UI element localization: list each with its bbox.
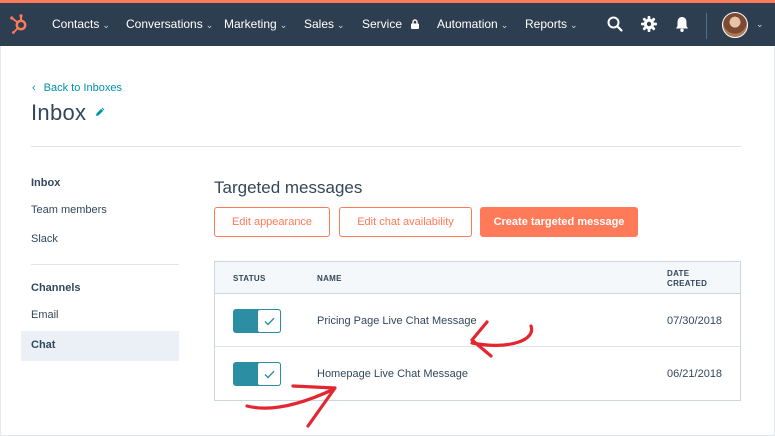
chevron-down-icon: ⌄ bbox=[500, 19, 509, 30]
status-toggle[interactable] bbox=[233, 362, 281, 386]
chevron-down-icon: ⌄ bbox=[570, 19, 578, 30]
avatar[interactable] bbox=[722, 12, 748, 38]
top-navigation: Contacts ⌄ Conversations ⌄ Marketing ⌄ S… bbox=[0, 0, 775, 46]
lock-icon bbox=[411, 19, 420, 29]
chevron-down-icon: ⌄ bbox=[337, 19, 345, 30]
nav-service-label: Service bbox=[362, 17, 403, 31]
sidebar-item-chat-label: Chat bbox=[31, 339, 56, 351]
sidebar-divider bbox=[31, 264, 179, 265]
nav-automation[interactable]: Automation ⌄ bbox=[437, 17, 508, 31]
nav-conversations-label: Conversations bbox=[126, 17, 203, 31]
message-date: 07/30/2018 bbox=[667, 315, 723, 327]
sidebar-item-slack[interactable]: Slack bbox=[31, 233, 58, 245]
back-to-inboxes-link[interactable]: ‹ Back to Inboxes bbox=[32, 82, 122, 94]
targeted-messages-table: STATUS NAME DATE CREATED Pricing Page Li… bbox=[214, 261, 741, 401]
nav-divider bbox=[706, 13, 707, 39]
toggle-knob bbox=[257, 309, 281, 333]
nav-contacts[interactable]: Contacts ⌄ bbox=[52, 17, 110, 31]
column-header-name[interactable]: NAME bbox=[317, 274, 342, 283]
chevron-left-icon: ‹ bbox=[32, 82, 36, 94]
edit-chat-availability-button[interactable]: Edit chat availability bbox=[339, 207, 472, 237]
table-header: STATUS NAME DATE CREATED bbox=[215, 262, 740, 294]
column-header-date-line1[interactable]: DATE bbox=[667, 269, 689, 278]
section-title: Targeted messages bbox=[214, 178, 363, 197]
chevron-down-icon: ⌄ bbox=[279, 19, 288, 30]
message-name[interactable]: Homepage Live Chat Message bbox=[317, 368, 468, 380]
nav-conversations[interactable]: Conversations ⌄ bbox=[126, 17, 213, 31]
sidebar-item-email[interactable]: Email bbox=[31, 309, 59, 321]
title-divider bbox=[31, 146, 741, 147]
toggle-knob bbox=[257, 362, 281, 386]
sidebar-heading-inbox: Inbox bbox=[31, 177, 61, 189]
nav-reports[interactable]: Reports ⌄ bbox=[525, 17, 578, 31]
create-targeted-message-button[interactable]: Create targeted message bbox=[480, 207, 638, 237]
page-title: Inbox bbox=[31, 100, 87, 125]
sidebar-heading-channels: Channels bbox=[31, 282, 81, 294]
nav-marketing-label: Marketing bbox=[224, 17, 277, 31]
status-toggle[interactable] bbox=[233, 309, 281, 333]
chevron-down-icon: ⌄ bbox=[102, 19, 110, 30]
nav-marketing[interactable]: Marketing ⌄ bbox=[224, 17, 287, 31]
chevron-down-icon[interactable]: ⌄ bbox=[756, 19, 764, 30]
back-link-label: Back to Inboxes bbox=[43, 82, 122, 94]
bell-icon[interactable] bbox=[673, 15, 691, 33]
gear-icon[interactable] bbox=[640, 15, 658, 33]
chevron-down-icon: ⌄ bbox=[205, 19, 214, 30]
pencil-icon[interactable] bbox=[94, 106, 106, 118]
check-icon bbox=[264, 317, 275, 326]
nav-sales[interactable]: Sales ⌄ bbox=[304, 17, 345, 31]
sidebar-item-team-members[interactable]: Team members bbox=[31, 204, 107, 216]
check-icon bbox=[264, 370, 275, 379]
column-header-date-line2[interactable]: CREATED bbox=[667, 279, 707, 288]
message-date: 06/21/2018 bbox=[667, 368, 723, 380]
nav-service[interactable]: Service bbox=[362, 17, 420, 31]
search-icon[interactable] bbox=[606, 15, 624, 33]
table-row: Homepage Live Chat Message 06/21/2018 bbox=[215, 347, 740, 400]
table-row: Pricing Page Live Chat Message 07/30/201… bbox=[215, 294, 740, 347]
edit-appearance-button[interactable]: Edit appearance bbox=[214, 207, 330, 237]
message-name[interactable]: Pricing Page Live Chat Message bbox=[317, 315, 477, 327]
nav-sales-label: Sales bbox=[304, 17, 335, 31]
nav-reports-label: Reports bbox=[525, 17, 568, 31]
hubspot-logo-icon[interactable] bbox=[8, 13, 30, 35]
column-header-status[interactable]: STATUS bbox=[233, 274, 266, 283]
nav-automation-label: Automation bbox=[437, 17, 498, 31]
nav-contacts-label: Contacts bbox=[52, 17, 100, 31]
